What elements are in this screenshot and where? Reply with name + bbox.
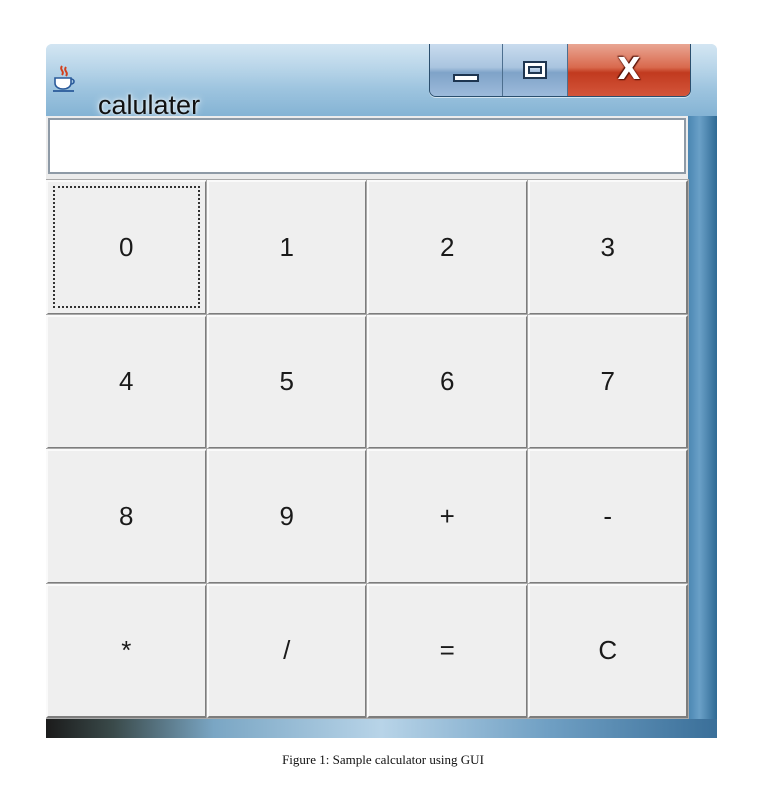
key-8-button[interactable]: 8 (46, 448, 208, 585)
key-divide-button[interactable]: / (205, 582, 368, 719)
key-5-button[interactable]: 5 (205, 313, 368, 450)
figure-caption: Figure 1: Sample calculator using GUI (282, 752, 484, 767)
window-frame-bottom (46, 719, 717, 738)
key-7-button[interactable]: 7 (526, 313, 689, 450)
minimize-icon (453, 74, 479, 82)
window-frame-right (688, 116, 717, 738)
close-icon: X (617, 52, 641, 87)
key-plus-button[interactable]: + (366, 448, 529, 585)
key-0-button[interactable]: 0 (46, 179, 208, 316)
key-9-button[interactable]: 9 (205, 448, 368, 585)
key-clear-button[interactable]: C (526, 582, 689, 719)
display-field[interactable] (48, 118, 686, 174)
key-1-button[interactable]: 1 (205, 179, 368, 316)
key-3-button[interactable]: 3 (526, 179, 689, 316)
title-bar[interactable]: calulater X (46, 44, 717, 120)
maximize-button[interactable] (503, 44, 568, 96)
key-minus-button[interactable]: - (526, 448, 689, 585)
close-button[interactable]: X (568, 44, 690, 96)
maximize-icon (523, 61, 547, 79)
client-area: 0 1 2 3 4 5 6 7 8 9 + - * / = C (46, 116, 689, 719)
key-2-button[interactable]: 2 (366, 179, 529, 316)
key-6-button[interactable]: 6 (366, 313, 529, 450)
keypad: 0 1 2 3 4 5 6 7 8 9 + - * / = C (46, 179, 689, 719)
minimize-button[interactable] (430, 44, 503, 96)
key-multiply-button[interactable]: * (46, 582, 208, 719)
key-4-button[interactable]: 4 (46, 313, 208, 450)
calculator-window: calulater X 0 1 2 3 4 5 6 7 8 9 + - * / = C (46, 44, 717, 738)
caption-buttons: X (429, 44, 691, 97)
key-equals-button[interactable]: = (366, 582, 529, 719)
java-cup-icon[interactable] (50, 64, 78, 94)
